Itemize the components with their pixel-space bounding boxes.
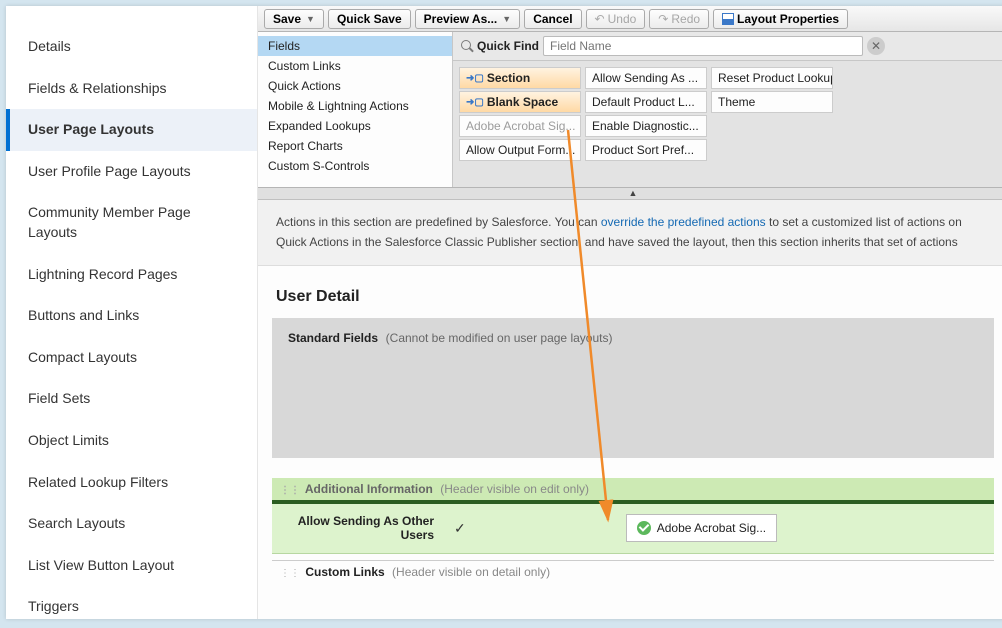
layout-properties-icon — [722, 13, 734, 25]
drag-handle-icon[interactable]: ⋮⋮ — [280, 485, 300, 496]
quickfind-input[interactable] — [543, 36, 863, 56]
main: Save▼ Quick Save Preview As...▼ Cancel ↶… — [258, 6, 1002, 619]
palette-items: ➜▢Section ➜▢Blank Space Adobe Acrobat Si… — [453, 61, 1002, 167]
quick-save-button[interactable]: Quick Save — [328, 9, 411, 29]
sidebar-item-user-page-layouts[interactable]: User Page Layouts — [6, 109, 257, 151]
sidebar-item-label: Search Layouts — [28, 515, 125, 531]
undo-icon: ↶ — [595, 12, 605, 26]
category-custom-s-controls[interactable]: Custom S-Controls — [258, 156, 452, 176]
notice-banner: Actions in this section are predefined b… — [258, 200, 1002, 266]
additional-info-header: ⋮⋮ Additional Information (Header visibl… — [272, 478, 994, 504]
palette-item-reset-product-lookup[interactable]: Reset Product Lookup — [711, 67, 833, 89]
insert-arrow-icon: ➜▢ — [466, 97, 484, 108]
sidebar-item-label: Compact Layouts — [28, 349, 137, 365]
save-button[interactable]: Save▼ — [264, 9, 324, 29]
canvas: Actions in this section are predefined b… — [258, 200, 1002, 619]
preview-as-button[interactable]: Preview As...▼ — [415, 9, 521, 29]
sidebar-item-label: User Profile Page Layouts — [28, 163, 191, 179]
redo-icon: ↷ — [658, 12, 668, 26]
layout-properties-button[interactable]: Layout Properties — [713, 9, 848, 29]
sidebar-item-label: Lightning Record Pages — [28, 266, 177, 282]
sidebar-item-object-limits[interactable]: Object Limits — [6, 420, 257, 462]
sidebar-item-label: List View Button Layout — [28, 557, 174, 573]
sidebar-item-label: User Page Layouts — [28, 121, 154, 137]
cancel-button[interactable]: Cancel — [524, 9, 581, 29]
sidebar-item-label: Fields & Relationships — [28, 80, 167, 96]
undo-button[interactable]: ↶Undo — [586, 9, 646, 29]
sidebar-item-community-member-page-layouts[interactable]: Community Member Page Layouts — [6, 192, 257, 253]
standard-fields-header: Standard Fields — [288, 331, 378, 345]
standard-fields-panel: Standard Fields (Cannot be modified on u… — [272, 318, 994, 458]
sidebar-item-details[interactable]: Details — [6, 26, 257, 68]
sidebar-item-user-profile-page-layouts[interactable]: User Profile Page Layouts — [6, 151, 257, 193]
sidebar-item-label: Buttons and Links — [28, 307, 139, 323]
additional-information-section: ⋮⋮ Additional Information (Header visibl… — [272, 478, 994, 554]
custom-links-section: ⋮⋮ Custom Links (Header visible on detai… — [272, 560, 994, 583]
additional-info-body: Allow Sending As Other Users ✓ Adobe Acr… — [272, 504, 994, 554]
search-icon — [461, 40, 473, 52]
sidebar-item-buttons-links[interactable]: Buttons and Links — [6, 295, 257, 337]
palette: Fields Custom Links Quick Actions Mobile… — [258, 32, 1002, 188]
sidebar-item-related-lookup-filters[interactable]: Related Lookup Filters — [6, 462, 257, 504]
standard-fields-note: (Cannot be modified on user page layouts… — [386, 331, 613, 345]
redo-button[interactable]: ↷Redo — [649, 9, 709, 29]
custom-links-sub: (Header visible on detail only) — [392, 565, 550, 579]
clear-search-button[interactable]: ✕ — [867, 37, 885, 55]
sidebar: Details Fields & Relationships User Page… — [6, 6, 258, 619]
palette-item-adobe-acrobat[interactable]: Adobe Acrobat Sig... — [459, 115, 581, 137]
category-mobile-lightning-actions[interactable]: Mobile & Lightning Actions — [258, 96, 452, 116]
palette-item-theme[interactable]: Theme — [711, 91, 833, 113]
palette-expand-toggle[interactable]: ▲ — [258, 188, 1002, 200]
category-quick-actions[interactable]: Quick Actions — [258, 76, 452, 96]
custom-links-header: Custom Links — [305, 565, 384, 579]
override-actions-link[interactable]: override the predefined actions — [601, 215, 766, 229]
sidebar-item-field-sets[interactable]: Field Sets — [6, 378, 257, 420]
checkmark-icon: ✓ — [454, 520, 466, 537]
sidebar-item-fields-relationships[interactable]: Fields & Relationships — [6, 68, 257, 110]
sidebar-item-search-layouts[interactable]: Search Layouts — [6, 503, 257, 545]
sidebar-item-label: Field Sets — [28, 390, 90, 406]
sidebar-item-label: Object Limits — [28, 432, 109, 448]
success-icon — [637, 521, 651, 535]
palette-item-section[interactable]: ➜▢Section — [459, 67, 581, 89]
palette-item-default-product[interactable]: Default Product L... — [585, 91, 707, 113]
palette-item-allow-output[interactable]: Allow Output Form... — [459, 139, 581, 161]
sidebar-item-label: Related Lookup Filters — [28, 474, 168, 490]
section-title-user-detail: User Detail — [258, 266, 1002, 318]
toolbar: Save▼ Quick Save Preview As...▼ Cancel ↶… — [258, 6, 1002, 32]
sidebar-item-lightning-record-pages[interactable]: Lightning Record Pages — [6, 254, 257, 296]
category-report-charts[interactable]: Report Charts — [258, 136, 452, 156]
sidebar-item-label: Triggers — [28, 598, 79, 614]
sidebar-item-triggers[interactable]: Triggers — [6, 586, 257, 628]
category-fields[interactable]: Fields — [258, 36, 452, 56]
quickfind-row: Quick Find ✕ — [453, 32, 1002, 61]
palette-item-product-sort[interactable]: Product Sort Pref... — [585, 139, 707, 161]
chevron-down-icon: ▼ — [502, 14, 511, 24]
quickfind-label: Quick Find — [477, 39, 539, 53]
category-expanded-lookups[interactable]: Expanded Lookups — [258, 116, 452, 136]
drop-target-adobe-acrobat[interactable]: Adobe Acrobat Sig... — [626, 514, 777, 542]
palette-item-enable-diagnostic[interactable]: Enable Diagnostic... — [585, 115, 707, 137]
palette-item-allow-sending[interactable]: Allow Sending As ... — [585, 67, 707, 89]
insert-arrow-icon: ➜▢ — [466, 73, 484, 84]
chevron-down-icon: ▼ — [306, 14, 315, 24]
drag-handle-icon[interactable]: ⋮⋮ — [280, 568, 300, 579]
sidebar-item-label: Community Member Page Layouts — [28, 204, 191, 240]
sidebar-item-list-view-button-layout[interactable]: List View Button Layout — [6, 545, 257, 587]
palette-categories: Fields Custom Links Quick Actions Mobile… — [258, 32, 453, 187]
sidebar-item-label: Details — [28, 38, 71, 54]
category-custom-links[interactable]: Custom Links — [258, 56, 452, 76]
sidebar-item-compact-layouts[interactable]: Compact Layouts — [6, 337, 257, 379]
palette-item-blank-space[interactable]: ➜▢Blank Space — [459, 91, 581, 113]
field-label-allow-sending: Allow Sending As Other Users — [284, 514, 434, 543]
